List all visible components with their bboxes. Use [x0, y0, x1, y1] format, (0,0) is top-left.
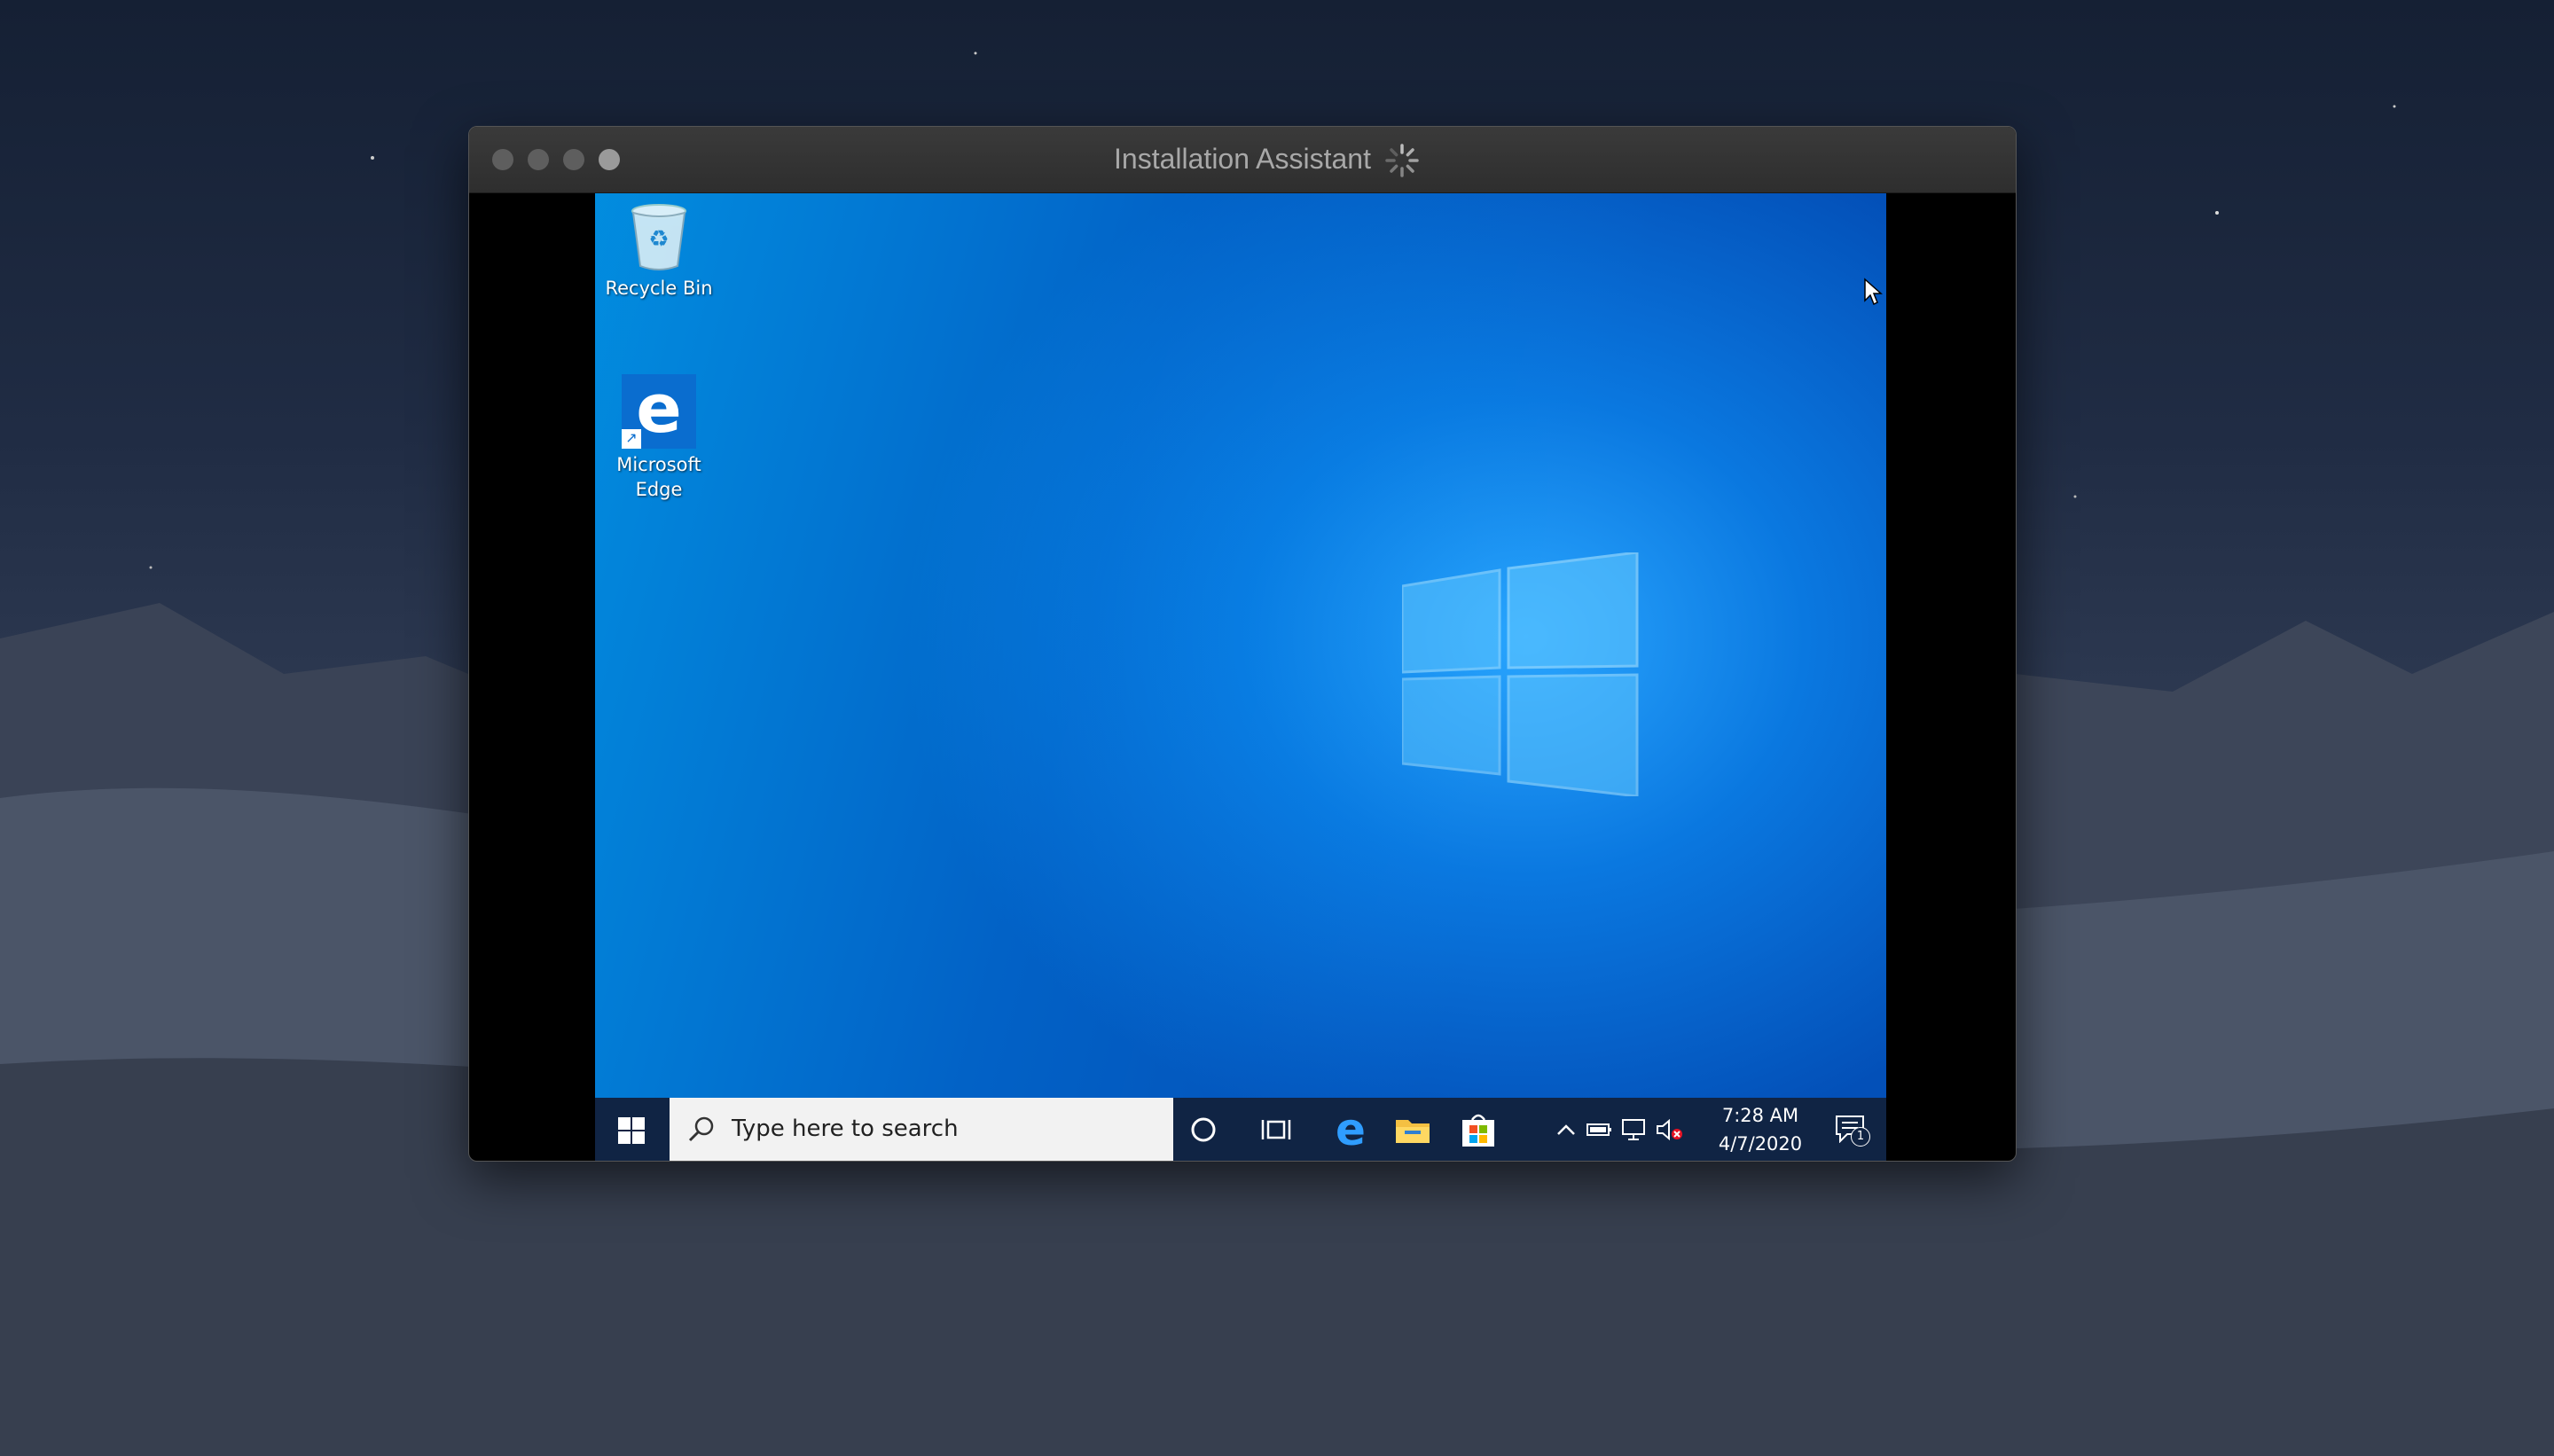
task-view-icon	[1261, 1120, 1291, 1139]
network-icon	[1622, 1119, 1645, 1140]
mouse-cursor-icon	[1864, 278, 1883, 306]
clock-date: 4/7/2020	[1718, 1133, 1803, 1155]
volume-button[interactable]	[1650, 1098, 1689, 1161]
recycle-bin-icon: ♻	[631, 204, 686, 270]
taskbar-file-explorer-button[interactable]	[1379, 1098, 1446, 1161]
wallpaper-glow	[595, 193, 1886, 1098]
file-explorer-icon	[1396, 1120, 1430, 1143]
task-view-button[interactable]	[1242, 1098, 1310, 1161]
search-icon	[688, 1116, 714, 1142]
window-title: Installation Assistant	[1114, 143, 1371, 175]
taskbar-edge-button[interactable]: e	[1317, 1098, 1384, 1161]
desktop-icon-label: Microsoft Edge	[616, 454, 701, 500]
clock-button[interactable]: 7:28 AM 4/7/2020	[1707, 1101, 1814, 1158]
edge-icon: e	[1336, 1104, 1366, 1155]
edge-icon: e ↗	[622, 369, 696, 449]
cortana-button[interactable]	[1170, 1098, 1237, 1161]
desktop-icon-label: Recycle Bin	[605, 278, 713, 299]
start-button[interactable]	[595, 1098, 670, 1161]
notification-count-badge: 1	[1851, 1127, 1870, 1147]
windows-vm-screen[interactable]: ♻ Recycle Bin e ↗ Microsoft Edge Type he…	[595, 193, 1886, 1161]
clock-time: 7:28 AM	[1721, 1105, 1799, 1126]
network-button[interactable]	[1615, 1098, 1654, 1161]
battery-button[interactable]	[1579, 1098, 1618, 1161]
windows-start-icon	[618, 1117, 645, 1144]
loading-spinner-icon	[1385, 144, 1419, 177]
svg-text:♻: ♻	[648, 226, 669, 253]
taskbar-store-button[interactable]	[1445, 1098, 1512, 1161]
battery-icon	[1586, 1123, 1611, 1136]
installation-assistant-window: Installation Assistant ♻ Recycle Bin e ↗…	[468, 126, 2017, 1162]
shortcut-arrow-icon: ↗	[622, 429, 641, 449]
chevron-up-icon	[1557, 1124, 1575, 1135]
cortana-icon	[1191, 1117, 1216, 1142]
action-center-button[interactable]: 1	[1819, 1098, 1883, 1161]
desktop-icon-recycle-bin[interactable]: ♻ Recycle Bin	[597, 202, 721, 301]
title-bar[interactable]: Installation Assistant	[469, 127, 2016, 193]
desktop-icon-edge[interactable]: e ↗ Microsoft Edge	[597, 369, 721, 502]
volume-muted-icon	[1657, 1118, 1682, 1141]
search-placeholder: Type here to search	[732, 1115, 959, 1142]
windows-taskbar: Type here to search e 7:28 AM 4/7/2020 1	[595, 1098, 1886, 1161]
windows-logo-icon	[1402, 552, 1639, 796]
store-icon	[1462, 1114, 1494, 1147]
taskbar-search-box[interactable]: Type here to search	[670, 1098, 1173, 1161]
